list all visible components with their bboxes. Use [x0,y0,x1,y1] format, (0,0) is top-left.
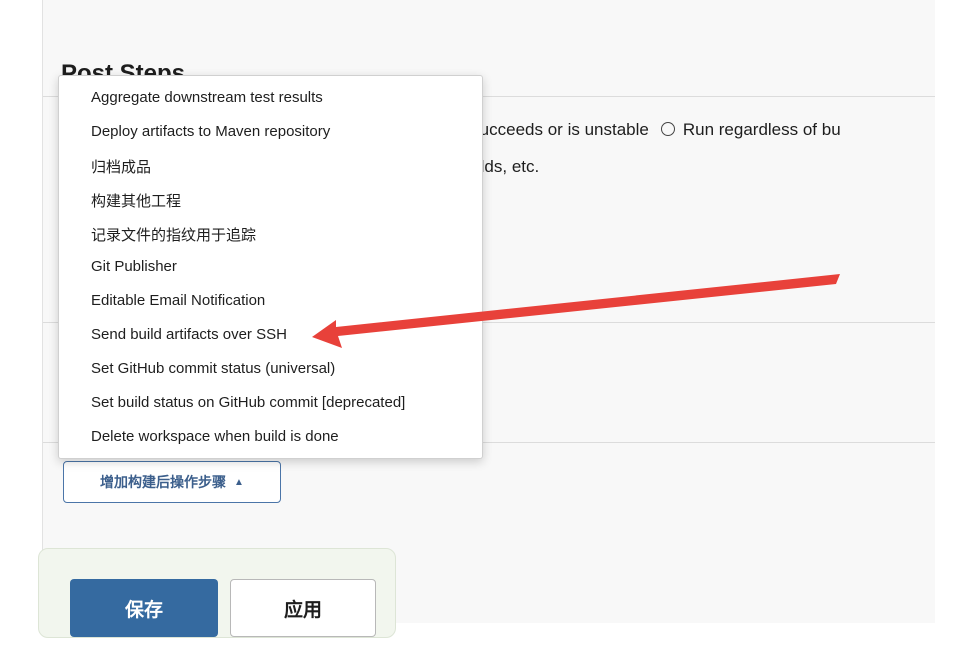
menu-item[interactable]: 归档成品 [91,156,151,177]
menu-item[interactable]: Deploy artifacts to Maven repository [91,123,330,140]
menu-item[interactable]: Set build status on GitHub commit [depre… [91,394,405,411]
add-post-build-step-button[interactable]: 增加构建后操作步骤 ▲ [63,461,281,503]
radio-option-label: Run regardless of bu [682,120,841,139]
menu-item[interactable]: 记录文件的指纹用于追踪 [91,224,256,245]
menu-item[interactable]: Git Publisher [91,258,177,275]
add-post-build-step-label: 增加构建后操作步骤 [100,474,227,490]
menu-item[interactable]: Editable Email Notification [91,292,265,309]
menu-item[interactable]: 构建其他工程 [91,190,181,211]
menu-item-send-over-ssh[interactable]: Send build artifacts over SSH [91,326,287,343]
radio-button[interactable] [660,122,675,136]
radio-options-line: uild succeeds or is unstable Run regardle… [440,120,841,140]
caret-up-icon: ▲ [234,476,244,488]
menu-item[interactable]: Set GitHub commit status (universal) [91,360,335,377]
post-step-dropdown-menu: Aggregate downstream test results Deploy… [58,75,483,459]
menu-item[interactable]: Delete workspace when build is done [91,428,339,445]
apply-button[interactable]: 应用 [230,579,376,637]
menu-item[interactable]: Aggregate downstream test results [91,89,323,106]
save-button[interactable]: 保存 [70,579,218,637]
